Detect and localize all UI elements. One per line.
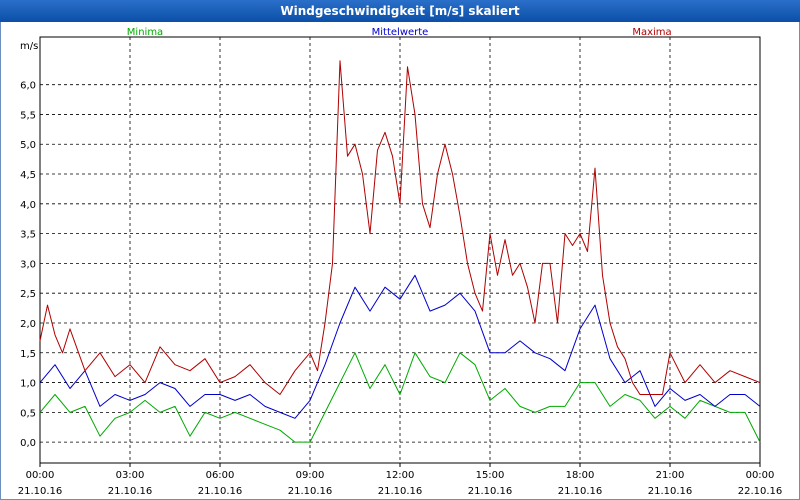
y-tick-label: 5,0 (20, 140, 36, 151)
x-tick-date: 21.10.16 (468, 486, 513, 497)
y-tick-label: 2,0 (20, 319, 36, 330)
x-tick-time: 06:00 (206, 470, 235, 481)
y-axis-labels: 0,0 0,5 1,0 1,5 2,0 2,5 3,0 3,5 4,0 4,5 5,0 5,5 6,0 (20, 81, 36, 449)
y-tick-label: 2,5 (20, 289, 36, 300)
x-tick-date: 21.10.16 (198, 486, 243, 497)
y-tick-label: 4,0 (20, 200, 36, 211)
wind-speed-chart: 0,00,51,01,52,02,53,03,54,04,55,05,56,0 … (18, 27, 783, 497)
x-tick-time: 15:00 (476, 470, 505, 481)
legend-entry-mittelwerte: Mittelwerte (372, 27, 429, 38)
x-tick-date: 21.10.16 (378, 486, 423, 497)
x-tick-time: 12:00 (386, 470, 415, 481)
x-tick-time: 00:00 (746, 470, 775, 481)
x-tick-date: 21.10.16 (558, 486, 603, 497)
y-tick-label: 6,0 (20, 81, 36, 92)
x-tick-time: 21:00 (656, 470, 685, 481)
y-tick-label: 0,0 (20, 438, 36, 449)
x-tick-date: 21.10.16 (108, 486, 153, 497)
x-tick-date: 21.10.16 (648, 486, 693, 497)
x-tick-date: 21.10.16 (18, 486, 63, 497)
y-tick-label: 1,0 (20, 379, 36, 390)
x-tick-time: 03:00 (116, 470, 145, 481)
y-axis-unit-label: m/s (20, 41, 38, 52)
y-tick-label: 0,5 (20, 408, 36, 419)
y-tick-label: 4,5 (20, 170, 36, 181)
y-tick-label: 1,5 (20, 349, 36, 360)
y-tick-label: 5,5 (20, 110, 36, 121)
y-tick-label: 3,0 (20, 259, 36, 270)
x-tick-time: 00:00 (26, 470, 55, 481)
x-tick-date: 22.10.16 (738, 486, 783, 497)
x-tick-time: 18:00 (566, 470, 595, 481)
y-tick-label: 3,5 (20, 230, 36, 241)
legend-entry-minima: Minima (127, 27, 163, 38)
x-axis-labels: 00:00 21.10.16 03:00 21.10.16 06:00 21.10.16 0… (18, 470, 783, 497)
legend-entry-maxima: Maxima (632, 27, 671, 38)
x-tick-time: 09:00 (296, 470, 325, 481)
legend: Minima Mittelwerte Maxima (127, 27, 672, 38)
x-tick-date: 21.10.16 (288, 486, 333, 497)
